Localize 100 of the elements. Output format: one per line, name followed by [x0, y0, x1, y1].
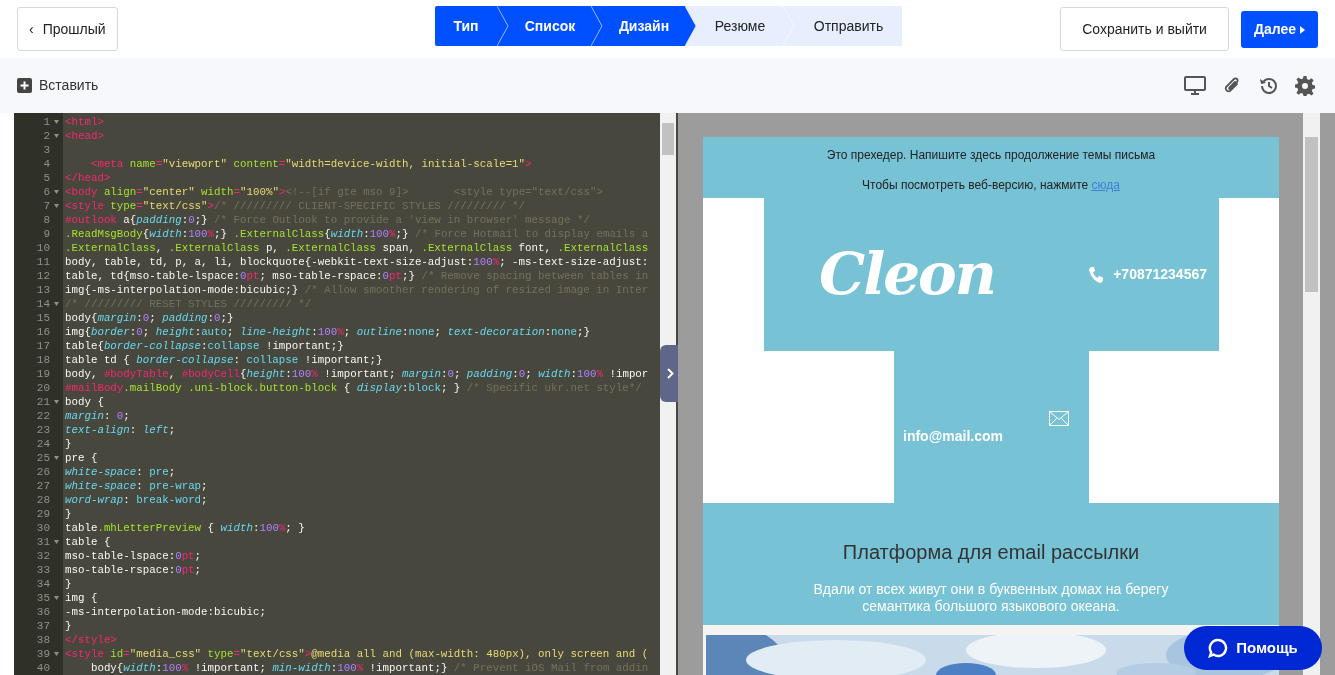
body-text: Вдали от всех живут они в буквенных домах на берегу семантика большого языкового океана.: [812, 580, 1170, 615]
insert-button[interactable]: Вставить: [17, 75, 99, 96]
fold-arrow-icon[interactable]: [54, 120, 59, 124]
line-number: 1: [43, 115, 50, 129]
step-chevron-icon: [783, 6, 795, 46]
code-line: img{border:0; height:auto; line-height:100%; outline:none; text-decoration:none;}: [65, 326, 590, 338]
phone-number: +70871234567: [1113, 264, 1207, 284]
line-number: 22: [36, 409, 50, 423]
fold-arrow-icon[interactable]: [54, 400, 59, 404]
step-tab[interactable]: Список: [497, 6, 591, 46]
line-number: 7: [43, 199, 50, 213]
caret-right-icon: [1300, 25, 1305, 34]
history-icon[interactable]: [1258, 75, 1279, 96]
line-number: 15: [36, 311, 50, 325]
scrollbar[interactable]: [660, 113, 676, 675]
line-number: 20: [36, 381, 50, 395]
code-line: body, table, td, p, a, li, blockquote{-webkit-text-size-adjust:100%; -ms-text-size-adjust:: [65, 256, 649, 268]
monitor-icon[interactable]: [1184, 75, 1206, 96]
line-number: 39: [36, 647, 50, 661]
fold-arrow-icon[interactable]: [54, 134, 59, 138]
code-line: img {: [65, 592, 98, 604]
line-number: 27: [36, 479, 50, 493]
fold-arrow-icon[interactable]: [54, 204, 59, 208]
step-tab[interactable]: Отправить: [783, 6, 902, 46]
chevron-right-icon: [666, 368, 674, 379]
code-line: -ms-interpolation-mode:bicubic;: [65, 606, 266, 618]
line-number: 12: [36, 269, 50, 283]
line-number: 37: [36, 619, 50, 633]
line-number: 32: [36, 549, 50, 563]
line-number: 11: [36, 255, 50, 269]
code-line: table{border-collapse:collapse !important;}: [65, 340, 344, 352]
line-number: 38: [36, 633, 50, 647]
line-number: 28: [36, 493, 50, 507]
plus-square-icon: [17, 78, 32, 93]
preview-scrollbar[interactable]: [1303, 113, 1320, 675]
line-number: 13: [36, 283, 50, 297]
help-button[interactable]: Помощь: [1184, 626, 1322, 670]
code-line: </style>: [65, 634, 117, 646]
line-number: 9: [43, 227, 50, 241]
logo: Cleon: [819, 238, 995, 310]
preheader-text: Это прехедер. Напишите здесь продолжение темы письма: [826, 147, 1156, 164]
line-number: 23: [36, 423, 50, 437]
code-line: table.mhLetterPreview { width:100%; }: [65, 522, 305, 534]
next-button[interactable]: Далее: [1240, 11, 1318, 48]
code-line: pre {: [65, 452, 98, 464]
line-number: 30: [36, 521, 50, 535]
line-number: 24: [36, 437, 50, 451]
code-line: white-space: pre-wrap;: [65, 480, 208, 492]
code-line: }: [65, 620, 72, 632]
step-chevron-icon: [497, 6, 509, 46]
code-line: margin: 0;: [65, 410, 130, 422]
code-line: word-wrap: break-word;: [65, 494, 208, 506]
line-number: 25: [36, 451, 50, 465]
phone-icon: [1089, 265, 1104, 283]
fold-arrow-icon[interactable]: [54, 596, 59, 600]
chevron-left-icon: ‹: [29, 18, 34, 40]
line-number: 34: [36, 577, 50, 591]
line-number: 3: [43, 143, 50, 157]
fold-arrow-icon[interactable]: [54, 456, 59, 460]
line-number: 21: [36, 395, 50, 409]
code-line: body, #bodyTable, #bodyCell{height:100% !important; margin:0; padding:0; width:100% !impor: [65, 368, 649, 380]
code-line: white-space: pre;: [65, 466, 176, 478]
web-version-text: Чтобы посмотреть веб-версию, нажмите сюда: [862, 177, 1120, 194]
code-line: text-align: left;: [65, 424, 176, 436]
line-number: 19: [36, 367, 50, 381]
line-number: 5: [43, 171, 50, 185]
line-number: 31: [36, 535, 50, 549]
line-number: 18: [36, 353, 50, 367]
fold-arrow-icon[interactable]: [54, 540, 59, 544]
line-number: 2: [43, 129, 50, 143]
fold-arrow-icon[interactable]: [54, 190, 59, 194]
code-line: <style id="media_css" type="text/css">@media all and (max-width: 480px), only screen and (: [65, 648, 649, 660]
code-line: body{margin:0; padding:0;}: [65, 312, 234, 324]
code-line: }: [65, 508, 72, 520]
line-number: 36: [36, 605, 50, 619]
settings-icon[interactable]: [1295, 75, 1315, 96]
line-number: 8: [43, 213, 50, 227]
line-number: 17: [36, 339, 50, 353]
heading: Платформа для email рассылки: [842, 539, 1140, 565]
line-number: 29: [36, 507, 50, 521]
code-line: </head>: [65, 172, 111, 184]
step-chevron-icon: [685, 6, 697, 46]
line-number: 4: [43, 157, 50, 171]
email-address: info@mail.com: [903, 426, 1003, 446]
code-line: table td { border-collapse: collapse !important;}: [65, 354, 383, 366]
code-line: mso-table-rspace:0pt;: [65, 564, 202, 576]
chat-bubble-icon: [1208, 638, 1229, 658]
code-line: <meta name="viewport" content="width=device-width, initial-scale=1">: [89, 158, 532, 170]
fold-arrow-icon[interactable]: [54, 652, 59, 656]
save-and-exit-button[interactable]: Сохранить и выйти: [1060, 7, 1229, 51]
code-line: }: [65, 438, 72, 450]
step-chevron-icon: [591, 6, 603, 46]
line-number: 10: [36, 241, 50, 255]
line-number: 33: [36, 563, 50, 577]
step-tab[interactable]: Тип: [435, 6, 497, 46]
code-line: <head>: [65, 130, 104, 142]
fold-arrow-icon[interactable]: [54, 302, 59, 306]
line-number: 16: [36, 325, 50, 339]
back-button[interactable]: ‹ Прошлый: [17, 7, 118, 51]
code-line: body {: [65, 396, 104, 408]
